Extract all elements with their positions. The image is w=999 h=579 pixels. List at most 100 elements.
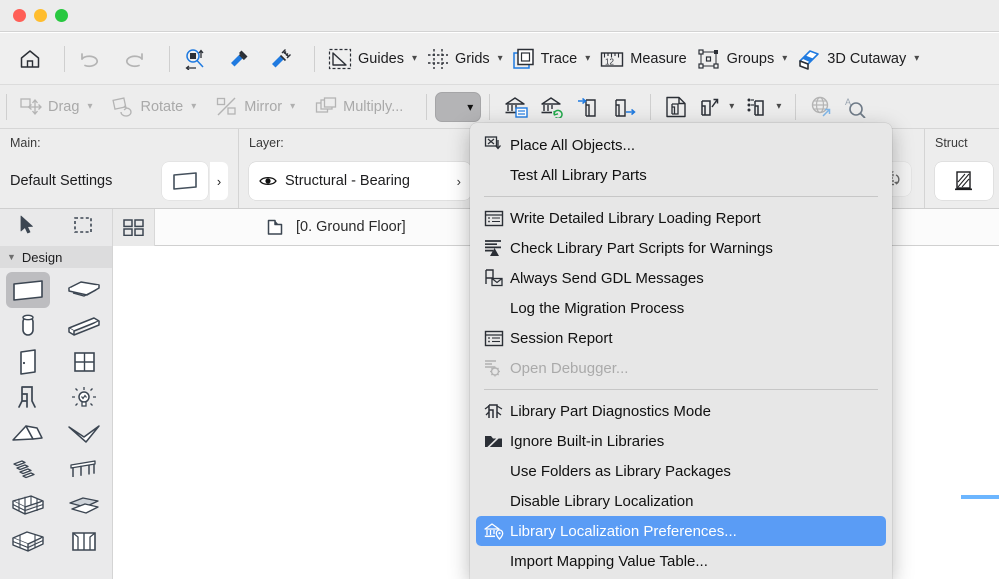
open-object-icon[interactable]: [659, 93, 693, 121]
info-layer-label: Layer:: [249, 136, 284, 150]
menu-library-part-diagnostics-mode-label: Library Part Diagnostics Mode: [510, 402, 711, 420]
tool-zone[interactable]: [62, 524, 106, 560]
guides-button[interactable]: Guides ▾: [323, 45, 422, 73]
tool-roof[interactable]: [6, 416, 50, 452]
tool-railing[interactable]: [62, 452, 106, 488]
column-icon: [11, 313, 45, 339]
search-a-icon: A: [844, 96, 866, 118]
chevron-down-icon[interactable]: ▾: [776, 101, 781, 112]
structure-selector[interactable]: [935, 162, 993, 200]
menu-use-folders-as-library-packages[interactable]: Use Folders as Library Packages: [476, 456, 886, 486]
window-controls: [13, 9, 68, 22]
library-manager-dropdown[interactable]: ▾: [435, 91, 482, 122]
localization-icon: [484, 522, 510, 540]
reload-libraries-icon[interactable]: [534, 93, 570, 121]
menu-log-the-migration-process[interactable]: Log the Migration Process: [476, 293, 886, 323]
toolbox-design-header[interactable]: ▼ Design: [0, 246, 112, 268]
current-story-tab[interactable]: [0. Ground Floor]: [267, 219, 406, 236]
redo-icon[interactable]: [117, 47, 151, 71]
bimcloud-icon[interactable]: [804, 93, 838, 121]
wall-settings-expand-button[interactable]: ›: [210, 162, 228, 200]
rotate-button[interactable]: Rotate ▾: [107, 94, 201, 120]
part-in-icon: [576, 96, 600, 118]
import-library-part-icon[interactable]: [570, 93, 606, 121]
marquee-zoom-icon[interactable]: [178, 45, 212, 73]
menu-check-library-part-scripts-for-warnings[interactable]: Check Library Part Scripts for Warnings: [476, 233, 886, 263]
place-object-icon[interactable]: ▾: [693, 93, 740, 121]
close-window-button[interactable]: [13, 9, 26, 22]
chevron-down-icon[interactable]: ▾: [585, 53, 590, 64]
menu-place-all-objects-label: Place All Objects...: [510, 136, 636, 154]
menu-ignore-built-in-libraries[interactable]: Ignore Built-in Libraries: [476, 426, 886, 456]
tool-window[interactable]: [62, 344, 106, 380]
zoom-window-button[interactable]: [55, 9, 68, 22]
toolbar-separator: [169, 45, 170, 72]
library-refresh-icon: [540, 96, 564, 118]
tool-curtain-wall[interactable]: [6, 488, 50, 524]
minimize-window-button[interactable]: [34, 9, 47, 22]
undo-icon[interactable]: [73, 47, 107, 71]
layer-selector[interactable]: Structural - Bearing ›: [249, 162, 471, 200]
globe-icon: [810, 96, 832, 118]
chevron-down-icon[interactable]: ▾: [412, 53, 417, 64]
menu-always-send-gdl-messages[interactable]: Always Send GDL Messages: [476, 263, 886, 293]
grids-button[interactable]: Grids ▾: [422, 45, 508, 73]
tool-shell[interactable]: [62, 416, 106, 452]
object-chair-icon: [13, 385, 43, 411]
tool-beam[interactable]: [62, 308, 106, 344]
toolbar-separator: [64, 45, 65, 72]
chevron-down-icon[interactable]: ▾: [729, 101, 734, 112]
wall-favorites-button[interactable]: [162, 162, 208, 200]
drag-button[interactable]: Drag ▾: [15, 94, 97, 120]
groups-button-label: Groups: [726, 50, 775, 67]
chevron-down-icon[interactable]: ▾: [191, 101, 196, 112]
home-icon[interactable]: [14, 46, 46, 72]
menu-session-report[interactable]: Session Report: [476, 323, 886, 353]
menu-library-part-diagnostics-mode[interactable]: Library Part Diagnostics Mode: [476, 396, 886, 426]
tool-object[interactable]: [6, 380, 50, 416]
tool-morph[interactable]: [62, 488, 106, 524]
pick-up-parameters-icon[interactable]: [222, 45, 254, 73]
menu-write-detailed-library-loading-report-label: Write Detailed Library Loading Report: [510, 209, 761, 227]
object-settings-icon[interactable]: ▾: [740, 93, 787, 121]
inject-parameters-icon[interactable]: [264, 45, 296, 73]
multiply-button[interactable]: Multiply...: [310, 94, 408, 120]
export-library-part-icon[interactable]: [606, 93, 642, 121]
tile-view-button[interactable]: [113, 208, 155, 246]
menu-place-all-objects[interactable]: Place All Objects...: [476, 130, 886, 160]
chevron-down-icon[interactable]: ▾: [498, 53, 503, 64]
menu-test-all-library-parts[interactable]: Test All Library Parts: [476, 160, 886, 190]
menu-test-all-library-parts-label: Test All Library Parts: [510, 166, 647, 184]
trace-button[interactable]: Trace ▾: [508, 45, 596, 73]
chevron-down-icon[interactable]: ▾: [87, 101, 92, 112]
cutaway-3d-button[interactable]: 3D Cutaway ▾: [792, 45, 924, 73]
wall-element[interactable]: [961, 495, 999, 499]
rotate-icon: [112, 96, 134, 117]
marquee-tool-button[interactable]: [73, 216, 93, 239]
menu-library-localization-preferences[interactable]: Library Localization Preferences...: [476, 516, 886, 546]
menu-write-detailed-library-loading-report[interactable]: Write Detailed Library Loading Report: [476, 203, 886, 233]
arrow-tool-button[interactable]: [19, 215, 35, 240]
drag-button-label: Drag: [48, 98, 80, 115]
tool-door[interactable]: [6, 344, 50, 380]
chevron-down-icon[interactable]: ▾: [290, 101, 295, 112]
menu-open-debugger[interactable]: Open Debugger...: [476, 353, 886, 383]
mirror-button[interactable]: Mirror ▾: [211, 94, 300, 120]
library-developer-menu: Place All Objects... Test All Library Par…: [470, 123, 892, 579]
tool-slab[interactable]: [62, 272, 106, 308]
chevron-down-icon[interactable]: ▾: [782, 53, 787, 64]
tool-column[interactable]: [6, 308, 50, 344]
menu-import-mapping-value-table[interactable]: Import Mapping Value Table...: [476, 546, 886, 576]
tool-lamp[interactable]: [62, 380, 106, 416]
groups-icon: [697, 48, 721, 70]
groups-button[interactable]: Groups ▾: [692, 45, 793, 73]
library-manager-icon[interactable]: [498, 93, 534, 121]
chevron-down-icon[interactable]: ▾: [914, 53, 919, 64]
find-library-part-icon[interactable]: A: [838, 93, 872, 121]
menu-separator: [484, 196, 878, 197]
tool-mesh[interactable]: [6, 524, 50, 560]
measure-button[interactable]: 12 Measure: [595, 46, 691, 72]
tool-wall[interactable]: [6, 272, 50, 308]
menu-disable-library-localization[interactable]: Disable Library Localization: [476, 486, 886, 516]
tool-stair[interactable]: [6, 452, 50, 488]
